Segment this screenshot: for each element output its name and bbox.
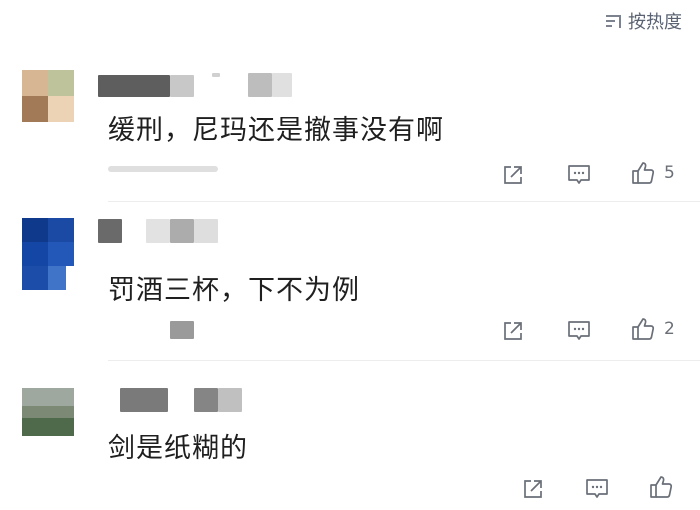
like-button[interactable]: 2 xyxy=(630,316,675,342)
comment-icon xyxy=(568,321,590,340)
thumbs-up-icon xyxy=(632,162,655,184)
share-button[interactable] xyxy=(500,318,526,344)
comment-text: 罚酒三杯，下不为例 xyxy=(108,275,360,306)
reply-button[interactable] xyxy=(566,162,592,188)
comment-icon xyxy=(586,479,608,498)
like-button[interactable]: 5 xyxy=(630,160,675,186)
sort-by-hot-button[interactable]: 按热度 xyxy=(605,8,682,34)
comment-icon xyxy=(568,165,590,184)
share-icon xyxy=(524,480,542,498)
sort-icon xyxy=(606,15,621,28)
reply-button[interactable] xyxy=(584,476,610,502)
thumbs-up-icon xyxy=(650,476,673,498)
reply-button[interactable] xyxy=(566,318,592,344)
like-count: 2 xyxy=(664,319,675,339)
share-icon xyxy=(504,166,522,184)
sort-label: 按热度 xyxy=(628,12,682,33)
comment-text: 剑是纸糊的 xyxy=(108,433,248,464)
like-button[interactable] xyxy=(648,474,674,500)
like-count: 5 xyxy=(664,163,675,183)
divider xyxy=(108,360,700,361)
timestamp-blurred xyxy=(170,321,194,339)
share-icon xyxy=(504,322,522,340)
divider xyxy=(108,201,700,202)
share-button[interactable] xyxy=(520,476,546,502)
avatar[interactable] xyxy=(22,218,74,290)
avatar[interactable] xyxy=(22,70,74,122)
thumbs-up-icon xyxy=(632,318,655,340)
avatar[interactable] xyxy=(22,388,74,436)
share-button[interactable] xyxy=(500,162,526,188)
timestamp-blurred xyxy=(108,166,218,172)
comment-text: 缓刑，尼玛还是撤事没有啊 xyxy=(108,115,444,146)
